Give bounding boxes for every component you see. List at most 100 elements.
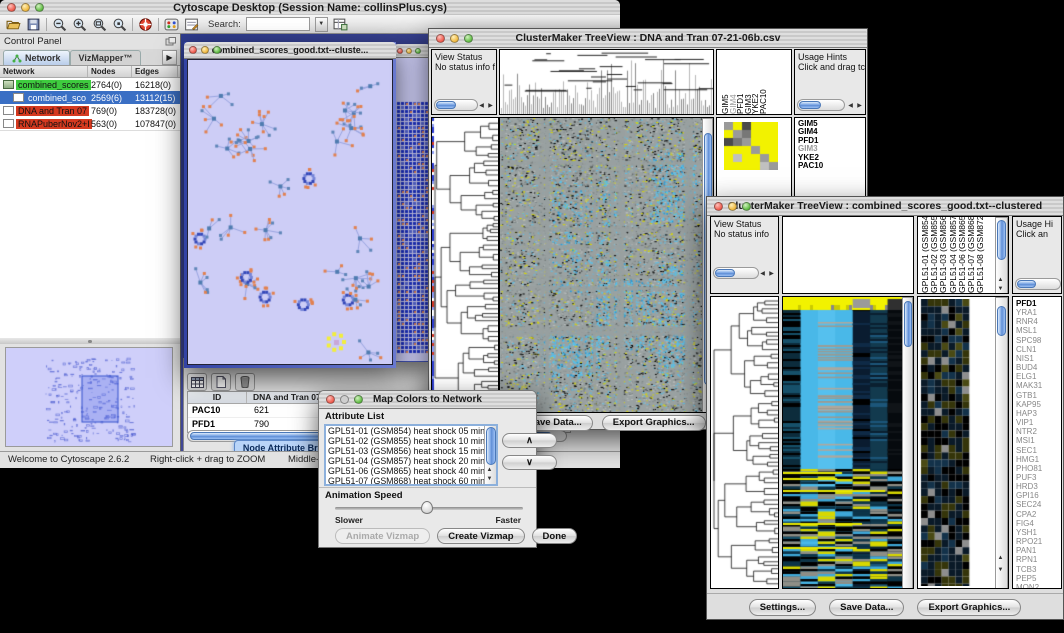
tab-overflow-arrow-icon[interactable]: ▶ [162, 50, 177, 65]
scroll-up-icon[interactable]: ▲ [485, 466, 494, 475]
tv2-gene-label[interactable]: MON2 [1016, 583, 1061, 589]
scroll-left-icon[interactable]: ◀ [477, 102, 486, 111]
tv2-labels-vscrollbar[interactable]: ▲ ▼ [995, 217, 1008, 294]
tv2-column-label[interactable]: GPL51-01 (GSM854) [920, 217, 929, 293]
zoom-selected-icon[interactable] [112, 17, 127, 32]
close-icon[interactable] [397, 48, 403, 54]
tv1-action-button[interactable]: Export Graphics... [602, 415, 706, 431]
tv1-row-label[interactable]: PAC10 [798, 162, 865, 170]
tv1-column-label[interactable]: PFD1 [736, 50, 744, 114]
close-icon[interactable] [714, 202, 723, 211]
tv2-gene-label[interactable]: HMG1 [1016, 455, 1061, 464]
tv2-gene-label[interactable]: FIG4 [1016, 519, 1061, 528]
network-list-row[interactable]: RNAPuberNov2+I 563(0) 107847(0) [0, 117, 180, 130]
tv2-gene-label[interactable]: GPI16 [1016, 491, 1061, 500]
move-up-button[interactable]: ∧ [502, 433, 557, 448]
scroll-left-icon[interactable]: ◀ [846, 102, 855, 111]
slider-thumb[interactable] [421, 501, 433, 514]
open-session-button[interactable] [6, 17, 21, 32]
tv2-gene-label[interactable]: YRA1 [1016, 308, 1061, 317]
tv2-gene-label[interactable]: MSL1 [1016, 326, 1061, 335]
dialog-titlebar[interactable]: Map Colors to Network [319, 391, 536, 409]
tv2-gene-label[interactable]: PEP5 [1016, 574, 1061, 583]
minimize-icon[interactable] [728, 202, 737, 211]
tv2-gene-label[interactable]: GTB1 [1016, 391, 1061, 400]
attribute-list-item[interactable]: GPL51-02 (GSM855) heat shock 10 min [326, 436, 496, 446]
close-icon[interactable] [436, 34, 445, 43]
attribute-list-item[interactable]: GPL51-07 (GSM868) heat shock 60 min [326, 476, 496, 486]
tv2-gene-label[interactable]: RPN1 [1016, 555, 1061, 564]
tv2-gene-label[interactable]: PAN1 [1016, 546, 1061, 555]
tv2-gene-label[interactable]: SPC98 [1016, 336, 1061, 345]
scroll-up-icon[interactable]: ▲ [996, 554, 1005, 563]
minimize-icon[interactable] [450, 34, 459, 43]
tv1-row-label[interactable]: GIM3 [798, 145, 865, 153]
tv2-gene-label[interactable]: HRD3 [1016, 482, 1061, 491]
tv2-column-label[interactable]: GPL51-02 (GSM855) [929, 217, 938, 293]
zoom-window-icon[interactable] [35, 3, 44, 12]
zoom-window-icon[interactable] [742, 202, 751, 211]
move-down-button[interactable]: ∨ [502, 455, 557, 470]
tv1-column-dendrogram-canvas[interactable] [500, 50, 713, 114]
annotation-icon[interactable] [184, 17, 199, 32]
scroll-left-icon[interactable]: ◀ [758, 270, 767, 279]
tv1-column-label[interactable]: YKE2 [751, 50, 759, 114]
attribute-browser-icon[interactable] [333, 17, 348, 32]
zoom-window-icon[interactable] [415, 48, 421, 54]
tv2-gene-label[interactable]: KAP95 [1016, 400, 1061, 409]
tv2-gene-label[interactable]: VIP1 [1016, 418, 1061, 427]
tv2-gene-label[interactable]: RPO21 [1016, 537, 1061, 546]
network-view-canvas[interactable] [187, 59, 393, 365]
tv2-gene-label[interactable]: TCB3 [1016, 565, 1061, 574]
tv2-status-hscrollbar[interactable] [713, 267, 759, 279]
scroll-up-icon[interactable]: ▲ [996, 276, 1005, 285]
animate-vizmap-button[interactable]: Animate Vizmap [335, 528, 430, 544]
tv2-heatmap-canvas[interactable] [783, 297, 905, 588]
search-input[interactable] [246, 17, 310, 31]
tv2-action-button[interactable]: Settings... [749, 599, 816, 616]
tv2-gene-label[interactable]: MSI1 [1016, 436, 1061, 445]
tv2-column-label[interactable]: GPL51-04 (GSM857) [948, 217, 957, 293]
tv1-row-label[interactable]: GIM5 [798, 120, 865, 128]
tv2-gene-label[interactable]: NTR2 [1016, 427, 1061, 436]
done-button[interactable]: Done [532, 528, 578, 544]
close-icon[interactable] [7, 3, 16, 12]
scroll-right-icon[interactable]: ▶ [767, 270, 776, 279]
tv2-gene-label[interactable]: PFD1 [1016, 299, 1061, 308]
tv2-gene-label[interactable]: ELG1 [1016, 372, 1061, 381]
tv2-gene-label[interactable]: RNR4 [1016, 317, 1061, 326]
tv2-action-button[interactable]: Save Data... [829, 599, 904, 616]
network-list-row[interactable]: combined_sco 2569(6) 13112(15) [0, 91, 180, 104]
tv1-status-hscrollbar[interactable] [434, 99, 478, 111]
tv2-gene-label[interactable]: PHO81 [1016, 464, 1061, 473]
zoom-out-icon[interactable] [52, 17, 67, 32]
tv2-gene-label[interactable]: BUD4 [1016, 363, 1061, 372]
attribute-list-item[interactable]: GPL51-03 (GSM856) heat shock 15 min [326, 446, 496, 456]
float-panel-icon[interactable] [165, 37, 176, 47]
tv2-gene-label[interactable]: YSH1 [1016, 528, 1061, 537]
tv2-heatmap-vscrollbar[interactable] [902, 297, 913, 589]
minimize-icon[interactable] [201, 46, 209, 54]
network-overview-canvas[interactable] [5, 347, 173, 447]
scroll-right-icon[interactable]: ▶ [486, 102, 495, 111]
zoom-window-icon[interactable] [354, 395, 363, 404]
tv2-gene-label[interactable]: CPA2 [1016, 510, 1061, 519]
network-list-row[interactable]: combined_scores 2764(0) 16218(0) [0, 78, 180, 91]
search-dropdown-icon[interactable]: ▼ [315, 17, 328, 32]
tv1-row-label[interactable]: YKE2 [798, 154, 865, 162]
tv2-zoom-matrix-canvas[interactable] [920, 299, 996, 586]
zoom-fit-icon[interactable] [92, 17, 107, 32]
attribute-list-item[interactable]: GPL51-01 (GSM854) heat shock 05 min [326, 426, 496, 436]
vizmapper-icon[interactable] [164, 17, 179, 32]
scroll-right-icon[interactable]: ▶ [855, 102, 864, 111]
tv1-column-label[interactable]: GIM5 [721, 50, 729, 114]
close-icon[interactable] [326, 395, 335, 404]
tv1-submatrix-canvas[interactable] [724, 122, 778, 170]
scroll-down-icon[interactable]: ▼ [485, 475, 494, 484]
tv1-column-label[interactable]: PAC10 [759, 50, 767, 114]
tv1-usage-hscrollbar[interactable] [797, 99, 845, 111]
tv2-gene-label[interactable]: CLN1 [1016, 345, 1061, 354]
tv2-column-label[interactable]: GPL51-06 (GSM865) [957, 217, 966, 293]
tv2-usage-hscrollbar[interactable] [1015, 278, 1061, 290]
attribute-list-vscrollbar[interactable]: ▲ ▼ [484, 426, 496, 484]
